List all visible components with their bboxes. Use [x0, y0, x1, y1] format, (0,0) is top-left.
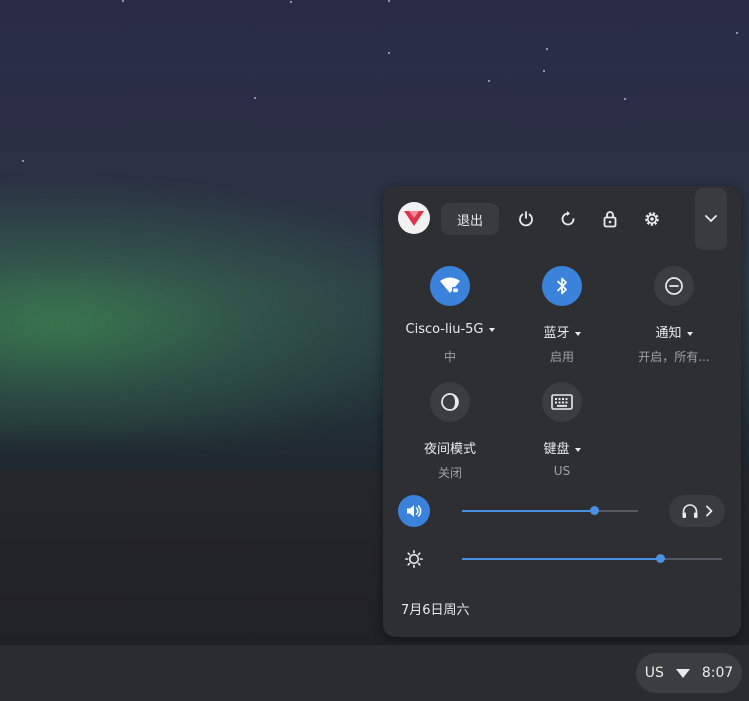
status-tray[interactable]: US 8:07	[636, 653, 742, 693]
star	[546, 48, 548, 50]
user-avatar[interactable]	[398, 202, 430, 234]
power-button[interactable]	[510, 203, 542, 235]
tile-night-light[interactable]: 夜间模式 关闭	[400, 382, 500, 487]
settings-icon	[645, 212, 659, 226]
slider-fill	[462, 510, 594, 512]
chevron-right-icon	[706, 505, 713, 517]
tile-label[interactable]: 夜间模式	[400, 438, 500, 457]
tile-sublabel: 中	[443, 350, 456, 364]
tile-keyboard[interactable]: 键盘 US	[512, 382, 612, 487]
clock: 8:07	[701, 665, 734, 681]
star	[122, 0, 124, 2]
dropdown-caret-icon	[686, 331, 693, 336]
power-icon	[519, 211, 533, 227]
collapse-button[interactable]	[695, 188, 727, 250]
star	[290, 1, 292, 3]
ime-indicator: US	[644, 665, 664, 681]
wifi-icon	[675, 668, 690, 678]
star	[543, 70, 545, 72]
wifi-toggle[interactable]	[430, 266, 470, 306]
dropdown-caret-icon	[488, 327, 495, 332]
volume-slider[interactable]	[462, 506, 638, 516]
star	[254, 97, 256, 99]
tile-wifi[interactable]: Cisco-liu-5G 中	[400, 266, 500, 371]
night-light-icon	[441, 393, 459, 411]
dropdown-caret-icon	[574, 331, 581, 336]
sign-out-button[interactable]: 退出	[441, 203, 499, 235]
tile-label[interactable]: 蓝牙	[512, 322, 612, 341]
lock-icon	[603, 211, 617, 228]
tile-notifications[interactable]: 通知 开启，所有...	[624, 266, 724, 371]
slider-thumb[interactable]	[656, 554, 665, 563]
star	[488, 80, 490, 82]
bluetooth-toggle[interactable]	[542, 266, 582, 306]
volume-icon	[407, 505, 422, 517]
restart-button[interactable]	[552, 203, 584, 235]
tile-label[interactable]: Cisco-liu-5G	[400, 322, 500, 337]
do-not-disturb-icon	[665, 277, 683, 295]
tile-sublabel: 关闭	[437, 466, 462, 480]
tile-label[interactable]: 通知	[624, 322, 724, 341]
brightness-icon	[404, 549, 424, 569]
star	[22, 160, 24, 162]
brightness-slider[interactable]	[462, 554, 722, 564]
settings-button[interactable]	[636, 203, 668, 235]
tile-sublabel: 开启，所有...	[638, 350, 710, 364]
star	[388, 52, 390, 54]
tile-sublabel: US	[553, 464, 571, 478]
slider-fill	[462, 558, 660, 560]
dropdown-caret-icon	[574, 447, 581, 452]
bluetooth-icon	[557, 277, 567, 295]
lock-button[interactable]	[594, 203, 626, 235]
notifications-toggle[interactable]	[654, 266, 694, 306]
slider-thumb[interactable]	[590, 506, 599, 515]
star	[388, 0, 390, 2]
tile-bluetooth[interactable]: 蓝牙 启用	[512, 266, 612, 371]
date-label[interactable]: 7月6日周六	[401, 599, 470, 618]
avatar-logo-icon	[404, 211, 424, 226]
star	[624, 98, 626, 100]
night-light-toggle[interactable]	[430, 382, 470, 422]
brightness-button	[398, 543, 430, 575]
headphones-icon	[682, 504, 698, 518]
keyboard-icon	[551, 394, 573, 410]
wifi-icon	[440, 277, 460, 293]
quick-settings-panel: 退出 Cisco-liu-5G 中 蓝牙 启用 通知 开启，所有... 夜间模式…	[383, 186, 741, 637]
star	[736, 32, 738, 34]
audio-settings-button[interactable]	[669, 495, 725, 527]
tile-sublabel: 启用	[549, 350, 574, 364]
keyboard-toggle[interactable]	[542, 382, 582, 422]
mute-button[interactable]	[398, 495, 430, 527]
tile-label[interactable]: 键盘	[512, 438, 612, 457]
chevron-down-icon	[705, 215, 717, 222]
restart-icon	[561, 211, 575, 226]
